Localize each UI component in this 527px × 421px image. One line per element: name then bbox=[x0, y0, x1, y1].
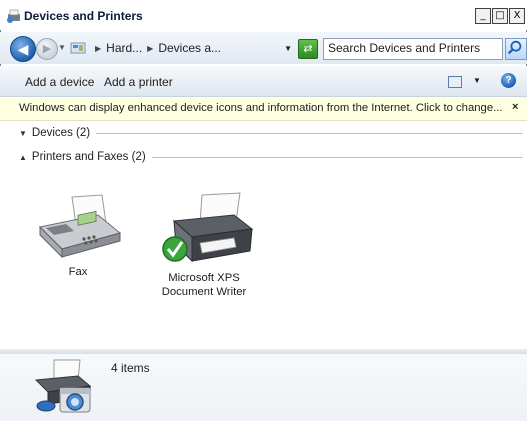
address-bar: ◀ ▶ ▼ ▶ Hard... ▶ Devices a... ▼ ⇄ bbox=[0, 32, 527, 64]
expand-arrow-icon[interactable]: ▼ bbox=[19, 129, 27, 138]
breadcrumb-separator-icon[interactable]: ▶ bbox=[147, 44, 153, 53]
command-bar: Add a device Add a printer ▼ ? bbox=[0, 66, 527, 97]
forward-arrow-icon: ▶ bbox=[42, 43, 52, 55]
caption-buttons: _ □ X bbox=[475, 8, 525, 24]
group-divider bbox=[96, 132, 523, 134]
device-label-xps-line2: Document Writer bbox=[161, 286, 247, 298]
info-bar-message[interactable]: Windows can display enhanced device icon… bbox=[19, 102, 503, 114]
device-label-fax: Fax bbox=[68, 266, 88, 278]
group-header-devices[interactable]: ▼ Devices (2) bbox=[19, 125, 523, 141]
details-pane: 4 items bbox=[0, 354, 527, 421]
device-list: ▼ Devices (2) ▲ Printers and Faxes (2) F… bbox=[0, 121, 527, 349]
help-icon[interactable]: ? bbox=[501, 73, 516, 88]
breadcrumb-separator-icon[interactable]: ▶ bbox=[95, 44, 101, 53]
breadcrumb[interactable]: ▶ Hard... ▶ Devices a... ▼ bbox=[70, 38, 292, 58]
info-bar-close-button[interactable]: × bbox=[512, 101, 518, 113]
default-printer-check-icon bbox=[162, 236, 188, 262]
breadcrumb-item-hardware[interactable]: Hard... bbox=[106, 41, 142, 55]
title-bar[interactable]: Devices and Printers _ □ X bbox=[0, 0, 527, 30]
printer-icon bbox=[162, 192, 254, 263]
search-input[interactable] bbox=[324, 39, 502, 57]
search-icon bbox=[507, 40, 522, 55]
devices-and-printers-window: Devices and Printers _ □ X ◀ ▶ ▼ ▶ Hard.… bbox=[0, 0, 527, 421]
devices-printers-large-icon bbox=[34, 359, 92, 413]
refresh-button[interactable]: ⇄ bbox=[298, 39, 318, 59]
device-label-xps-line1: Microsoft XPS bbox=[168, 272, 240, 284]
device-item-microsoft-xps-document-writer[interactable]: Microsoft XPS Document Writer bbox=[150, 191, 258, 299]
close-button[interactable]: X bbox=[509, 8, 525, 24]
window-title: Devices and Printers bbox=[24, 9, 143, 23]
address-dropdown-icon[interactable]: ▼ bbox=[284, 44, 292, 53]
device-item-fax[interactable]: Fax bbox=[28, 193, 128, 279]
group-label-printers: Printers and Faxes (2) bbox=[31, 151, 146, 163]
control-panel-icon bbox=[70, 42, 86, 54]
group-header-printers[interactable]: ▲ Printers and Faxes (2) bbox=[19, 149, 523, 165]
fax-icon bbox=[38, 194, 122, 259]
device-label-xps: Microsoft XPS Document Writer bbox=[150, 271, 258, 299]
back-arrow-icon: ◀ bbox=[17, 41, 29, 57]
search-button[interactable] bbox=[505, 38, 527, 60]
minimize-button[interactable]: _ bbox=[475, 8, 491, 24]
back-button[interactable]: ◀ bbox=[10, 36, 36, 62]
search-box[interactable] bbox=[323, 38, 503, 60]
refresh-icon: ⇄ bbox=[303, 43, 313, 55]
devices-printers-icon bbox=[7, 9, 20, 23]
item-count: 4 items bbox=[111, 361, 150, 375]
view-options-dropdown-icon[interactable]: ▼ bbox=[473, 76, 481, 85]
add-printer-button[interactable]: Add a printer bbox=[104, 75, 173, 89]
collapse-arrow-icon[interactable]: ▲ bbox=[19, 153, 27, 162]
maximize-button[interactable]: □ bbox=[492, 8, 508, 24]
forward-button[interactable]: ▶ bbox=[36, 38, 58, 60]
group-label-devices: Devices (2) bbox=[31, 127, 91, 139]
breadcrumb-item-devices[interactable]: Devices a... bbox=[158, 41, 221, 55]
add-device-button[interactable]: Add a device bbox=[25, 75, 94, 89]
recent-pages-dropdown-icon[interactable]: ▼ bbox=[58, 43, 66, 52]
change-view-icon[interactable] bbox=[448, 76, 462, 88]
group-divider bbox=[151, 156, 523, 158]
info-bar[interactable]: Windows can display enhanced device icon… bbox=[0, 97, 527, 121]
